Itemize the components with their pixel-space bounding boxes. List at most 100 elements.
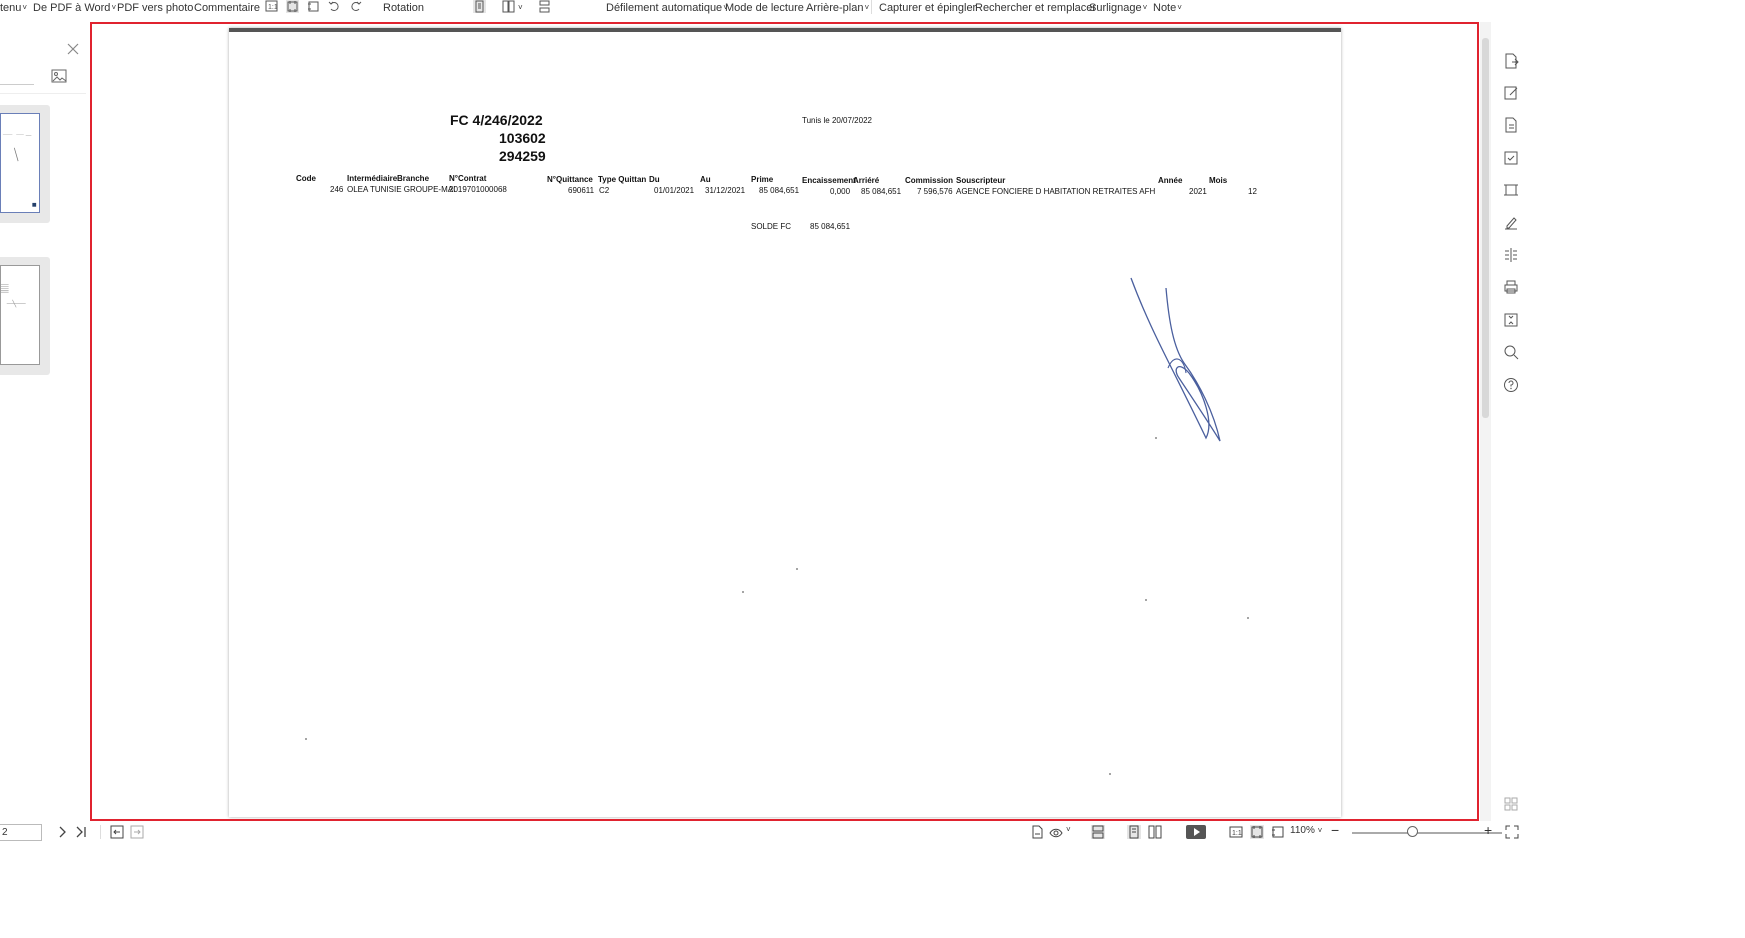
header-quittance: N°Quittance [547,175,593,184]
pdf-page: FC 4/246/2022 103602 294259 Tunis le 20/… [229,28,1341,817]
rotate-right-icon[interactable] [349,0,362,13]
rotation-button[interactable]: Rotation [383,1,424,15]
next-view-icon[interactable] [130,825,144,839]
scan-speck [305,738,307,740]
grid-icon[interactable] [1502,795,1520,813]
save-page-icon[interactable] [1030,825,1044,839]
compare-icon[interactable] [1502,246,1520,264]
continuous-view-icon[interactable] [1091,825,1105,839]
cell-au: 31/12/2021 [705,186,746,195]
scan-speck [1247,617,1249,619]
image-icon[interactable] [51,68,67,84]
scan-speck [742,591,744,593]
header-type-quittance: Type Quittan [598,175,647,184]
header-souscripteur: Souscripteur [956,176,1006,185]
header-code: Code [296,174,316,183]
svg-text:1:1: 1:1 [268,4,278,11]
fullscreen-icon[interactable] [1505,825,1519,839]
status-bar: 2 ˅ 1:1 110% ˅ − + [0,822,1745,844]
header-mois: Mois [1209,176,1228,185]
actual-size-icon[interactable]: 1:1 [265,0,278,13]
cell-du: 01/01/2021 [654,186,695,195]
cell-encaissement: 0,000 [830,187,851,196]
zoom-out-button[interactable]: − [1331,822,1339,838]
cell-intermediaire: OLEA TUNISIE GROUPE-MAI [347,185,456,194]
continuous-page-icon[interactable] [538,0,551,13]
menu-button[interactable]: tenu˅ [0,1,27,15]
dual-page-caret[interactable]: ˅ [518,1,523,15]
export-pdf-icon[interactable] [1502,52,1520,70]
highlight-button[interactable]: Surlignage˅ [1089,1,1147,15]
cell-prime: 85 084,651 [759,186,800,195]
zoom-slider[interactable] [1352,832,1502,834]
single-page-icon[interactable] [473,0,486,13]
sidebar-divider [0,84,34,85]
page-thumbnail[interactable] [0,257,50,375]
sidebar-divider [0,93,86,94]
fit-width-view-icon[interactable] [1271,825,1285,839]
auto-scroll-button[interactable]: Défilement automatique˅ [606,1,728,15]
sign-icon[interactable] [1502,214,1520,232]
last-page-icon[interactable] [74,825,88,839]
right-tool-panel [1480,22,1530,915]
zoom-slider-handle[interactable] [1407,826,1418,837]
pdf-to-photo-button[interactable]: PDF vers photo [117,1,193,15]
solde-value: 85 084,651 [810,222,851,231]
find-replace-button[interactable]: Rechercher et remplacer [975,1,1096,15]
header-intermediaire: Intermédiaire [347,174,398,183]
scrollbar-thumb[interactable] [1482,38,1489,418]
cell-type: C2 [599,186,610,195]
scan-speck [1155,437,1157,439]
search-icon[interactable] [1502,343,1520,361]
next-page-icon[interactable] [55,825,69,839]
status-divider [100,825,101,839]
thumbnail-sidebar [0,22,100,915]
thumbnail-content [1,284,26,308]
scan-speck [796,568,798,570]
cell-commission: 7 596,576 [917,187,953,196]
document-viewer[interactable]: FC 4/246/2022 103602 294259 Tunis le 20/… [90,22,1479,821]
scan-speck [1145,599,1147,601]
header-arriere: Arriéré [853,176,880,185]
crop-icon[interactable] [1502,181,1520,199]
note-button[interactable]: Note˅ [1153,1,1182,15]
pdf-to-word-button[interactable]: De PDF à Word˅ [33,1,116,15]
fit-page-icon[interactable] [286,0,299,13]
dual-page-view-icon[interactable] [1148,825,1162,839]
background-button[interactable]: Arrière-plan˅ [806,1,869,15]
capture-pin-button[interactable]: Capturer et épingler [879,1,976,15]
previous-view-icon[interactable] [110,825,124,839]
header-au: Au [700,175,711,184]
print-icon[interactable] [1502,278,1520,296]
play-slideshow-icon[interactable] [1186,825,1206,839]
compress-icon[interactable] [1502,311,1520,329]
vertical-scrollbar[interactable] [1480,22,1491,821]
eye-protection-caret[interactable]: ˅ [1066,825,1071,834]
help-icon[interactable] [1502,376,1520,394]
page-thumbnail[interactable] [0,105,50,223]
header-branche: Branche [397,174,430,183]
single-page-view-icon[interactable] [1127,825,1141,839]
reference-number: 103602 [499,130,546,146]
rotate-left-icon[interactable] [328,0,341,13]
actual-size-view-icon[interactable]: 1:1 [1229,825,1243,839]
edit-icon[interactable] [1502,84,1520,102]
form-icon[interactable] [1502,149,1520,167]
page-number-input[interactable]: 2 [0,824,42,841]
close-icon[interactable] [67,42,79,55]
fit-page-view-icon[interactable] [1250,825,1264,839]
zoom-in-button[interactable]: + [1484,822,1492,838]
convert-icon[interactable] [1502,116,1520,134]
dual-page-icon[interactable] [502,0,515,13]
zoom-level[interactable]: 110% ˅ [1290,825,1322,836]
header-prime: Prime [751,175,774,184]
top-toolbar: tenu˅ De PDF à Word˅ PDF vers photo Comm… [0,0,1745,22]
comment-button[interactable]: Commentaire [194,1,260,15]
fit-width-icon[interactable] [307,0,320,13]
reading-mode-button[interactable]: Mode de lecture [725,1,804,15]
handwritten-signature [1130,277,1221,442]
date-line: Tunis le 20/07/2022 [802,116,872,125]
fc-reference: FC 4/246/2022 [450,112,543,128]
eye-protection-icon[interactable] [1049,825,1063,839]
page-top-edge [229,28,1341,32]
